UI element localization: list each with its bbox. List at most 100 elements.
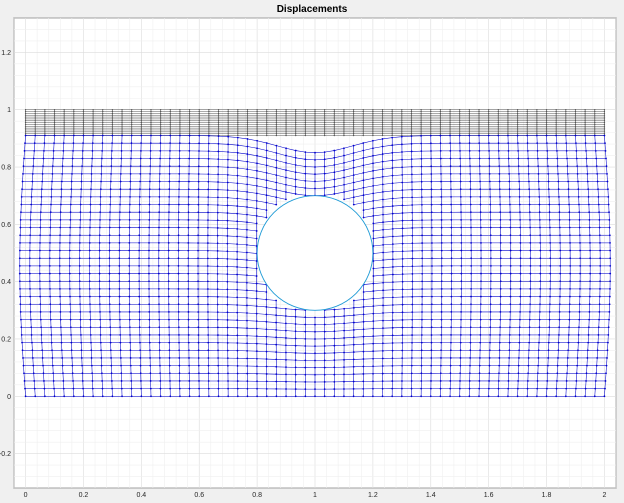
undeformed-node xyxy=(130,120,133,122)
undeformed-node xyxy=(111,116,114,118)
undeformed-node xyxy=(323,127,326,129)
undeformed-node xyxy=(449,112,451,115)
undeformed-node xyxy=(603,121,606,124)
undeformed-node xyxy=(63,110,65,113)
undeformed-node xyxy=(391,116,393,118)
undeformed-node xyxy=(430,129,432,131)
undeformed-node xyxy=(449,116,451,118)
undeformed-node xyxy=(565,131,567,133)
undeformed-node xyxy=(208,120,210,122)
undeformed-node xyxy=(555,127,557,129)
undeformed-node xyxy=(545,121,548,124)
undeformed-node xyxy=(24,129,27,131)
undeformed-node xyxy=(150,118,152,120)
undeformed-node xyxy=(179,112,181,115)
undeformed-node xyxy=(459,121,461,124)
undeformed-node xyxy=(34,132,36,135)
undeformed-node xyxy=(603,120,606,122)
undeformed-node xyxy=(198,116,200,118)
deformed-node xyxy=(19,234,22,237)
undeformed-node xyxy=(295,121,297,124)
undeformed-node xyxy=(391,129,393,131)
undeformed-node xyxy=(449,127,451,129)
undeformed-node xyxy=(497,120,500,122)
undeformed-node xyxy=(516,112,519,115)
undeformed-node xyxy=(140,110,143,113)
undeformed-node xyxy=(44,114,46,116)
undeformed-node xyxy=(121,112,123,115)
undeformed-node xyxy=(372,110,374,113)
undeformed-node xyxy=(130,131,133,133)
undeformed-node xyxy=(555,131,557,133)
undeformed-node xyxy=(246,125,249,127)
undeformed-node xyxy=(237,118,239,120)
undeformed-node xyxy=(159,112,162,115)
undeformed-node xyxy=(603,118,606,120)
undeformed-node xyxy=(159,127,162,129)
undeformed-node xyxy=(410,120,413,122)
undeformed-node xyxy=(304,114,307,116)
undeformed-node xyxy=(24,125,27,127)
undeformed-node xyxy=(372,112,374,115)
undeformed-node xyxy=(603,123,606,126)
undeformed-node xyxy=(314,118,316,120)
undeformed-node xyxy=(73,112,75,115)
undeformed-node xyxy=(410,129,413,131)
undeformed-node xyxy=(111,114,114,116)
undeformed-node xyxy=(53,116,56,118)
undeformed-node xyxy=(24,112,27,115)
undeformed-node xyxy=(574,125,577,127)
undeformed-node xyxy=(24,118,27,120)
undeformed-node xyxy=(420,129,422,131)
undeformed-node xyxy=(266,120,268,122)
undeformed-node xyxy=(584,114,586,116)
undeformed-node xyxy=(92,110,94,113)
undeformed-node xyxy=(372,109,374,111)
undeformed-node xyxy=(459,125,461,127)
undeformed-node xyxy=(545,110,548,113)
undeformed-node xyxy=(227,132,229,135)
undeformed-node xyxy=(391,131,393,133)
undeformed-node xyxy=(169,120,171,122)
undeformed-node xyxy=(468,120,471,122)
undeformed-node xyxy=(603,110,606,113)
undeformed-node xyxy=(343,121,345,124)
undeformed-node xyxy=(44,123,46,126)
undeformed-node xyxy=(545,116,548,118)
undeformed-node xyxy=(565,123,567,126)
undeformed-node xyxy=(169,132,171,135)
undeformed-node xyxy=(352,121,355,124)
undeformed-node xyxy=(381,120,384,122)
undeformed-node xyxy=(487,109,490,111)
undeformed-node xyxy=(24,127,27,129)
undeformed-node xyxy=(111,123,114,126)
undeformed-node xyxy=(584,109,586,111)
undeformed-node xyxy=(333,127,335,129)
undeformed-node xyxy=(391,134,393,137)
undeformed-node xyxy=(487,112,490,115)
undeformed-node xyxy=(102,114,104,116)
undeformed-node xyxy=(256,118,258,120)
undeformed-node xyxy=(555,116,557,118)
undeformed-node xyxy=(246,116,249,118)
undeformed-node xyxy=(304,110,307,113)
undeformed-node xyxy=(574,110,577,113)
undeformed-node xyxy=(565,112,567,115)
undeformed-node xyxy=(140,112,143,115)
undeformed-node xyxy=(304,123,307,126)
undeformed-node xyxy=(130,109,133,111)
undeformed-node xyxy=(82,123,85,126)
undeformed-node xyxy=(314,114,316,116)
undeformed-node xyxy=(73,116,75,118)
undeformed-node xyxy=(516,123,519,126)
undeformed-node xyxy=(449,125,451,127)
undeformed-node xyxy=(478,125,480,127)
undeformed-node xyxy=(574,114,577,116)
undeformed-node xyxy=(381,116,384,118)
undeformed-node xyxy=(44,112,46,115)
undeformed-node xyxy=(82,114,85,116)
undeformed-node xyxy=(82,110,85,113)
undeformed-node xyxy=(401,125,403,127)
undeformed-node xyxy=(401,114,403,116)
undeformed-node xyxy=(545,127,548,129)
